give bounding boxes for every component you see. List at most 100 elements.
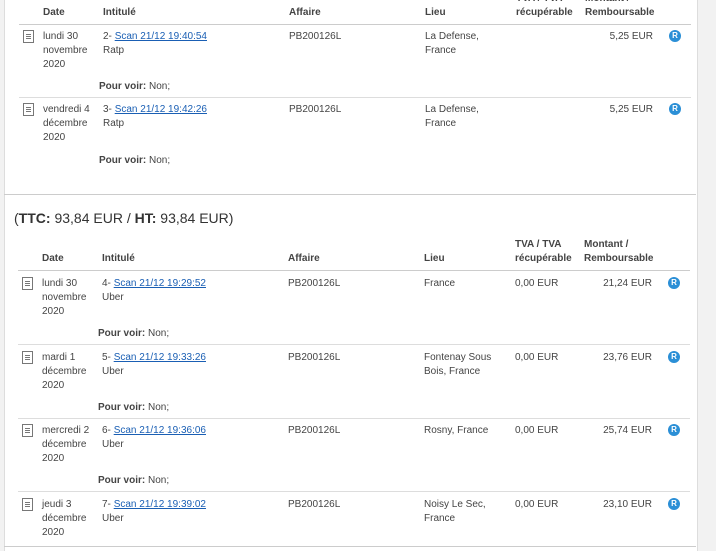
row-divider [19,97,691,98]
pour-voir-value: Non; [149,81,171,92]
reimbursable-badge[interactable]: R [668,498,680,510]
row-montant: 23,10 EUR [603,499,652,510]
document-icon[interactable] [23,103,34,116]
pour-voir-label: Pour voir: [98,402,146,413]
row-number: 7- [102,499,111,510]
row-affaire: PB200126L [288,425,341,436]
row-lieu: La Defense, France [425,104,479,129]
row-lieu: France [424,278,456,289]
pour-voir: Pour voir: Non; [98,474,169,488]
row-tva: 0,00 EUR [515,425,559,436]
row-divider [18,491,690,492]
document-icon[interactable] [23,30,34,43]
pour-voir: Pour voir: Non; [98,401,169,415]
header-intitule: Intitulé [102,253,135,264]
row-date: mercredi 2 décembre 2020 [42,425,90,464]
reimbursable-badge[interactable]: R [668,424,680,436]
row-divider [18,418,690,419]
pour-voir-value: Non; [148,475,170,486]
row-date: lundi 30 novembre 2020 [42,278,87,317]
ttc-label: TTC: [18,210,51,226]
row-intitule: 2- Scan 21/12 19:40:54 Ratp [103,30,207,58]
row-vendor: Uber [102,439,124,450]
row-vendor: Ratp [103,45,125,56]
row-number: 6- [102,425,111,436]
header-intitule: Intitulé [103,7,136,18]
row-lieu: Noisy Le Sec, France [424,499,486,524]
ht-value: 93,84 EUR [160,210,229,226]
row-date: lundi 30 novembre 2020 [43,31,88,70]
document-icon[interactable] [22,351,33,364]
scan-link[interactable]: Scan 21/12 19:42:26 [115,104,207,115]
row-divider [18,344,690,345]
row-date: mardi 1 décembre 2020 [42,352,87,391]
section-separator [4,194,696,195]
scan-link[interactable]: Scan 21/12 19:36:06 [114,425,206,436]
scan-link[interactable]: Scan 21/12 19:33:26 [114,352,206,363]
row-number: 2- [103,31,112,42]
pour-voir: Pour voir: Non; [99,80,170,94]
header-lieu: Lieu [424,253,445,264]
reimbursable-badge[interactable]: R [668,277,680,289]
row-date: jeudi 3 décembre 2020 [42,499,87,538]
header-affaire: Affaire [289,7,321,18]
header-tva: TVA / TVA récupérable [515,238,572,266]
row-intitule: 7- Scan 21/12 19:39:02 Uber [102,498,206,526]
row-montant: 5,25 EUR [609,104,653,115]
row-intitule: 4- Scan 21/12 19:29:52 Uber [102,277,206,305]
row-lieu: Rosny, France [424,425,489,436]
header-divider [19,24,691,25]
row-date: vendredi 4 décembre 2020 [43,104,90,143]
row-number: 5- [102,352,111,363]
row-tva: 0,00 EUR [515,499,559,510]
pour-voir-value: Non; [148,328,170,339]
header-tva-line1: TVA / TVA [515,239,562,250]
row-montant: 21,24 EUR [603,278,652,289]
reimbursable-badge[interactable]: R [669,30,681,42]
header-tva-line2: récupérable [515,253,572,264]
pour-voir-label: Pour voir: [98,475,146,486]
row-affaire: PB200126L [288,352,341,363]
row-affaire: PB200126L [289,104,342,115]
row-affaire: PB200126L [289,31,342,42]
header-tva: TVA / TVA récupérable [516,0,573,18]
ttc-value: 93,84 EUR [54,210,123,226]
document-icon[interactable] [22,277,33,290]
expense-report-panel: Date Intitulé Affaire Lieu TVA / TVA réc… [4,0,698,551]
row-vendor: Uber [102,366,124,377]
header-date: Date [43,7,65,18]
row-montant: 5,25 EUR [609,31,653,42]
document-icon[interactable] [22,424,33,437]
pour-voir-label: Pour voir: [99,155,147,166]
bottom-border [4,546,696,547]
row-number: 3- [103,104,112,115]
pour-voir: Pour voir: Non; [98,327,169,341]
row-intitule: 5- Scan 21/12 19:33:26 Uber [102,351,206,379]
pour-voir: Pour voir: Non; [99,154,170,168]
total-slash: / [126,210,131,226]
header-divider [18,270,690,271]
row-number: 4- [102,278,111,289]
total-close-paren: ) [228,210,234,226]
scan-link[interactable]: Scan 21/12 19:29:52 [114,278,206,289]
row-vendor: Uber [102,292,124,303]
document-icon[interactable] [22,498,33,511]
pour-voir-value: Non; [149,155,171,166]
row-lieu: La Defense, France [425,31,479,56]
ht-label: HT: [134,210,157,226]
reimbursable-badge[interactable]: R [669,103,681,115]
row-affaire: PB200126L [288,499,341,510]
row-vendor: Uber [102,513,124,524]
row-affaire: PB200126L [288,278,341,289]
reimbursable-badge[interactable]: R [668,351,680,363]
pour-voir-value: Non; [148,402,170,413]
row-intitule: 3- Scan 21/12 19:42:26 Ratp [103,103,207,131]
header-date: Date [42,253,64,264]
scan-link[interactable]: Scan 21/12 19:40:54 [115,31,207,42]
header-lieu: Lieu [425,7,446,18]
row-vendor: Ratp [103,118,125,129]
section-total: (TTC: 93,84 EUR / HT: 93,84 EUR) [14,210,233,226]
header-montant: Montant / Remboursable [585,0,655,18]
header-affaire: Affaire [288,253,320,264]
scan-link[interactable]: Scan 21/12 19:39:02 [114,499,206,510]
